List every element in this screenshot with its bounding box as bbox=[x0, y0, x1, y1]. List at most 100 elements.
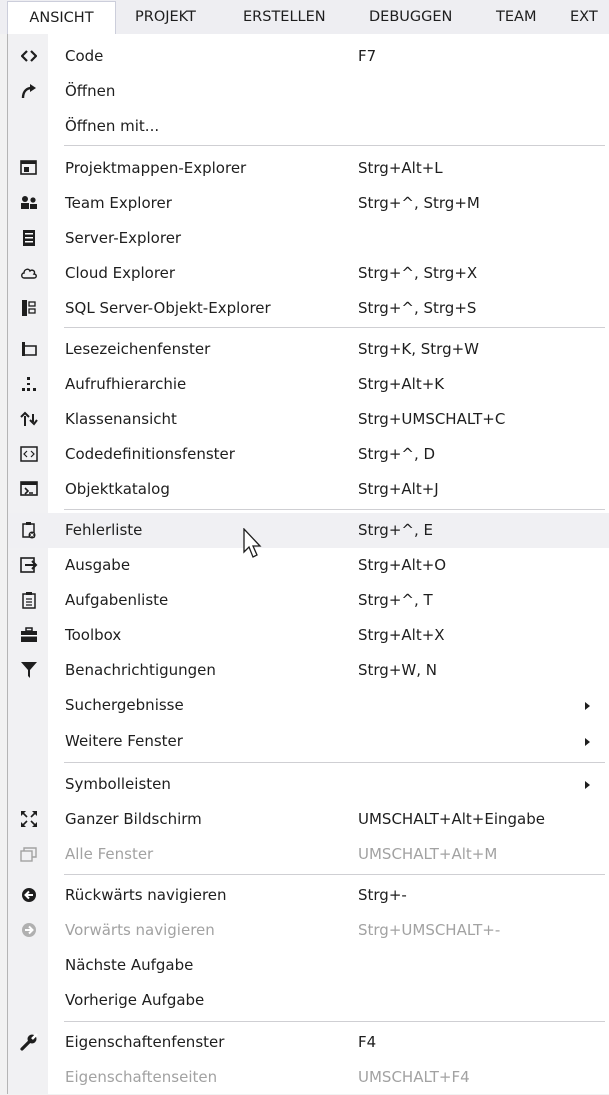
menu-item-toolbox[interactable]: Toolbox Strg+Alt+X bbox=[8, 618, 609, 653]
menu-item-label: Vorherige Aufgabe bbox=[65, 991, 205, 1009]
menu-tab-projekt[interactable]: PROJEKT bbox=[135, 0, 196, 34]
menu-item-oeffnen[interactable]: Öffnen bbox=[8, 74, 609, 109]
menu-item-label: Vorwärts navigieren bbox=[65, 921, 215, 939]
menu-tab-debuggen[interactable]: DEBUGGEN bbox=[369, 0, 452, 34]
separator bbox=[64, 762, 605, 763]
fullscreen-icon bbox=[20, 810, 38, 828]
menu-item-objektkatalog[interactable]: Objektkatalog Strg+Alt+J bbox=[8, 472, 609, 507]
bookmark-icon bbox=[20, 340, 38, 358]
menu-item-label: Code bbox=[65, 47, 104, 65]
menu-tab-team[interactable]: TEAM bbox=[496, 0, 536, 34]
submenu-arrow-icon bbox=[585, 738, 590, 746]
error-list-icon bbox=[20, 521, 38, 539]
menu-item-shortcut: Strg+Alt+X bbox=[358, 626, 445, 644]
menu-item-shortcut: Strg+Alt+K bbox=[358, 375, 445, 393]
menu-item-vorwaerts-navigieren[interactable]: Vorwärts navigieren Strg+UMSCHALT+- bbox=[8, 913, 609, 948]
menu-item-team-explorer[interactable]: Team Explorer Strg+^, Strg+M bbox=[8, 186, 609, 221]
menu-item-eigenschaftenseiten[interactable]: Eigenschaftenseiten UMSCHALT+F4 bbox=[8, 1060, 609, 1095]
menu-item-shortcut: Strg+W, N bbox=[358, 661, 437, 679]
menu-item-symbolleisten[interactable]: Symbolleisten bbox=[8, 767, 609, 802]
team-icon bbox=[20, 194, 38, 212]
menu-item-shortcut: Strg+UMSCHALT+- bbox=[358, 921, 501, 939]
menu-item-label: Ausgabe bbox=[65, 556, 131, 574]
menu-item-shortcut: Strg+^, D bbox=[358, 445, 436, 463]
menu-item-code[interactable]: Code F7 bbox=[8, 39, 609, 74]
menu-item-ausgabe[interactable]: Ausgabe Strg+Alt+O bbox=[8, 548, 609, 583]
menu-item-label: Klassenansicht bbox=[65, 410, 177, 428]
output-icon bbox=[20, 556, 38, 574]
menu-item-rueckwaerts-navigieren[interactable]: Rückwärts navigieren Strg+- bbox=[8, 878, 609, 913]
menu-item-projektmappen-explorer[interactable]: Projektmappen-Explorer Strg+Alt+L bbox=[8, 151, 609, 186]
menu-item-ganzer-bildschirm[interactable]: Ganzer Bildschirm UMSCHALT+Alt+Eingabe bbox=[8, 802, 609, 837]
menu-tab-erstellen[interactable]: ERSTELLEN bbox=[243, 0, 326, 34]
all-windows-icon bbox=[20, 845, 38, 863]
menu-item-codedefinitionsfenster[interactable]: Codedefinitionsfenster Strg+^, D bbox=[8, 437, 609, 472]
menu-item-suchergebnisse[interactable]: Suchergebnisse bbox=[8, 688, 609, 723]
menu-item-alle-fenster[interactable]: Alle Fenster UMSCHALT+Alt+M bbox=[8, 837, 609, 872]
menu-item-label: Weitere Fenster bbox=[65, 732, 183, 750]
menu-item-label: Codedefinitionsfenster bbox=[65, 445, 235, 463]
navigate-forward-icon bbox=[20, 921, 38, 939]
menu-item-fehlerliste[interactable]: Fehlerliste Strg+^, E bbox=[8, 513, 609, 548]
sql-server-icon bbox=[20, 299, 38, 317]
menu-item-naechste-aufgabe[interactable]: Nächste Aufgabe bbox=[8, 948, 609, 983]
menu-item-aufgabenliste[interactable]: Aufgabenliste Strg+^, T bbox=[8, 583, 609, 618]
task-list-icon bbox=[20, 591, 38, 609]
menu-item-label: Team Explorer bbox=[65, 194, 172, 212]
menu-item-benachrichtigungen[interactable]: Benachrichtigungen Strg+W, N bbox=[8, 653, 609, 688]
menu-item-shortcut: Strg+UMSCHALT+C bbox=[358, 410, 506, 428]
menu-item-oeffnen-mit[interactable]: Öffnen mit... bbox=[8, 109, 609, 144]
menu-item-shortcut: Strg+Alt+O bbox=[358, 556, 447, 574]
toolbox-icon bbox=[20, 626, 38, 644]
menu-item-label: Benachrichtigungen bbox=[65, 661, 216, 679]
menu-item-klassenansicht[interactable]: Klassenansicht Strg+UMSCHALT+C bbox=[8, 402, 609, 437]
menu-item-weitere-fenster[interactable]: Weitere Fenster bbox=[8, 724, 609, 759]
submenu-arrow-icon bbox=[585, 702, 590, 710]
menu-item-shortcut: Strg+^, Strg+M bbox=[358, 194, 480, 212]
notification-flag-icon bbox=[20, 661, 38, 679]
menu-item-shortcut: UMSCHALT+F4 bbox=[358, 1068, 470, 1086]
menu-item-label: Suchergebnisse bbox=[65, 696, 184, 714]
separator bbox=[64, 509, 605, 510]
menu-item-eigenschaftenfenster[interactable]: Eigenschaftenfenster F4 bbox=[8, 1025, 609, 1060]
separator bbox=[64, 145, 605, 146]
menu-item-shortcut: F4 bbox=[358, 1033, 377, 1051]
menu-item-label: Ganzer Bildschirm bbox=[65, 810, 202, 828]
cloud-icon bbox=[20, 264, 38, 282]
menu-tab-ansicht[interactable]: ANSICHT bbox=[7, 1, 116, 35]
menu-item-label: Eigenschaftenseiten bbox=[65, 1068, 218, 1086]
separator bbox=[64, 1021, 605, 1022]
menu-item-label: Projektmappen-Explorer bbox=[65, 159, 247, 177]
menu-item-label: Aufgabenliste bbox=[65, 591, 169, 609]
separator bbox=[64, 327, 605, 328]
menu-item-shortcut: F7 bbox=[358, 47, 377, 65]
menu-item-label: Aufrufhierarchie bbox=[65, 375, 187, 393]
menu-item-shortcut: Strg+- bbox=[358, 886, 407, 904]
menu-item-label: Objektkatalog bbox=[65, 480, 170, 498]
class-view-icon bbox=[20, 410, 38, 428]
menu-item-aufrufhierarchie[interactable]: Aufrufhierarchie Strg+Alt+K bbox=[8, 367, 609, 402]
menu-item-label: Öffnen bbox=[65, 82, 116, 100]
menu-item-shortcut: Strg+^, E bbox=[358, 521, 433, 539]
menu-item-shortcut: Strg+Alt+J bbox=[358, 480, 439, 498]
menu-item-shortcut: Strg+^, T bbox=[358, 591, 433, 609]
menu-item-label: Öffnen mit... bbox=[65, 117, 160, 135]
menu-item-cloud-explorer[interactable]: Cloud Explorer Strg+^, Strg+X bbox=[8, 256, 609, 291]
menu-item-lesezeichenfenster[interactable]: Lesezeichenfenster Strg+K, Strg+W bbox=[8, 332, 609, 367]
menu-item-label: Nächste Aufgabe bbox=[65, 956, 194, 974]
menu-item-label: Cloud Explorer bbox=[65, 264, 176, 282]
menu-bar: ANSICHT PROJEKT ERSTELLEN DEBUGGEN TEAM … bbox=[0, 0, 609, 35]
menu-tab-ext[interactable]: EXT bbox=[570, 0, 598, 34]
menu-item-sql-server-objekt-explorer[interactable]: SQL Server-Objekt-Explorer Strg+^, Strg+… bbox=[8, 291, 609, 326]
menu-item-shortcut: Strg+^, Strg+S bbox=[358, 299, 477, 317]
menu-item-label: SQL Server-Objekt-Explorer bbox=[65, 299, 271, 317]
call-hierarchy-icon bbox=[20, 375, 38, 393]
menu-item-label: Fehlerliste bbox=[65, 521, 143, 539]
menu-item-vorherige-aufgabe[interactable]: Vorherige Aufgabe bbox=[8, 983, 609, 1018]
view-menu-dropdown: Code F7 Öffnen Öffnen mit... Projektmapp… bbox=[7, 34, 609, 1094]
submenu-arrow-icon bbox=[585, 781, 590, 789]
wrench-icon bbox=[20, 1033, 38, 1051]
menu-item-label: Symbolleisten bbox=[65, 775, 171, 793]
menu-item-server-explorer[interactable]: Server-Explorer bbox=[8, 221, 609, 256]
menu-item-label: Lesezeichenfenster bbox=[65, 340, 211, 358]
